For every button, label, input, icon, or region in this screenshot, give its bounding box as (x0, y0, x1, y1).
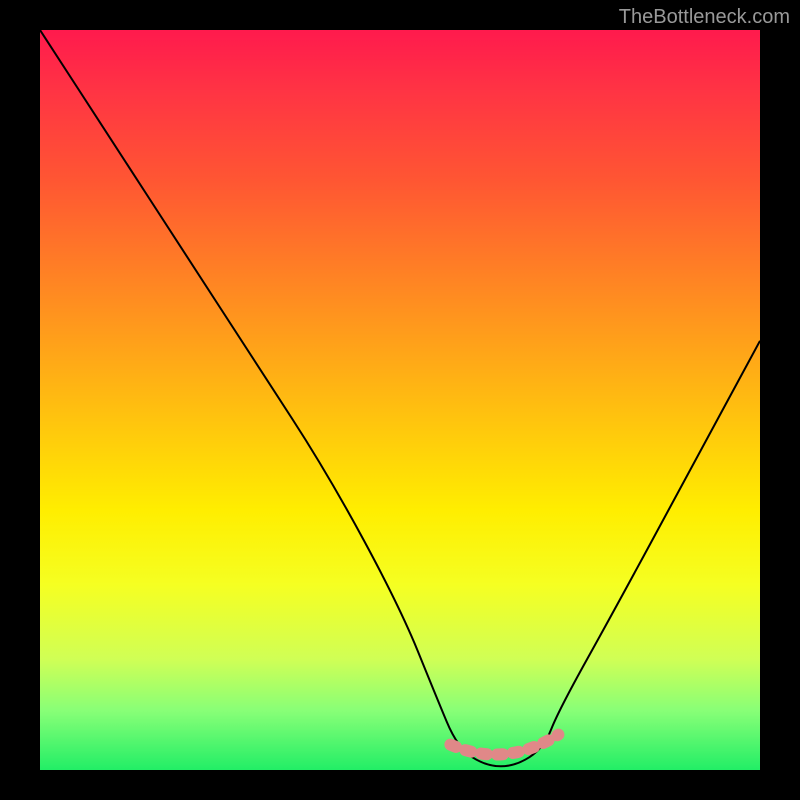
chart-curve-path (40, 30, 760, 766)
chart-plot-area (40, 30, 760, 770)
chart-minimum-marker (450, 735, 558, 755)
watermark-text: TheBottleneck.com (619, 6, 790, 29)
chart-curve-svg (40, 30, 760, 770)
